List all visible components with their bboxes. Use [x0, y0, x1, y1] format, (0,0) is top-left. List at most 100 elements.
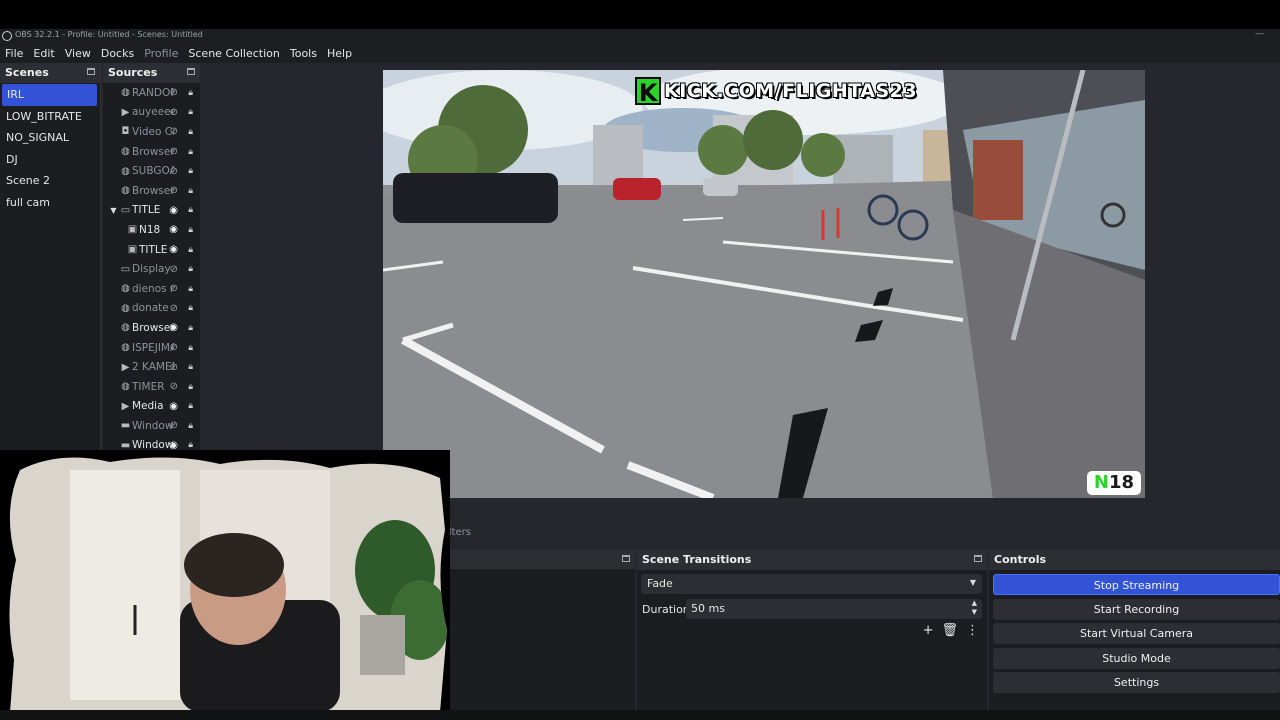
undock-icon[interactable] [87, 68, 95, 75]
lock-icon[interactable]: 🔒︎ [188, 245, 193, 255]
source-item[interactable]: ◍ TIMER ⊘ 🔒︎ [103, 377, 200, 397]
browser-icon: ◍ [121, 342, 130, 354]
eye-hidden-icon[interactable]: ⊘ [170, 283, 178, 294]
menu-tools[interactable]: Tools [285, 44, 322, 63]
n18-logo-number: 18 [1109, 472, 1135, 493]
window-title: OBS 32.2.1 - Profile: Untitled - Scenes:… [15, 30, 203, 39]
trash-icon[interactable]: 🗑 [941, 623, 958, 638]
eye-hidden-icon[interactable]: ⊘ [170, 420, 178, 431]
browser-icon: ◍ [121, 322, 130, 334]
eye-hidden-icon[interactable]: ⊘ [170, 303, 178, 314]
source-item[interactable]: ▭Display C⊘ 🔒︎ [103, 259, 200, 279]
source-item[interactable]: ◍ ISPEJIMA ⊘ 🔒︎ [103, 338, 200, 358]
source-item[interactable]: ◍ Browser ⊘ 🔒︎ [103, 181, 200, 201]
source-item[interactable]: ▶2 KAMER⊘ 🔒︎ [103, 357, 200, 377]
start-virtual-camera-button[interactable]: Start Virtual Camera [993, 623, 1280, 644]
chevron-down-icon[interactable]: ▼ [108, 206, 119, 215]
eye-icon[interactable]: ◉ [169, 244, 178, 255]
window-icon: ▬ [120, 420, 131, 432]
undock-icon[interactable] [187, 68, 195, 75]
eye-hidden-icon[interactable]: ⊘ [170, 126, 178, 137]
transition-select[interactable]: Fade ▼ [641, 574, 982, 594]
source-item[interactable]: ▣ N18 ◉ 🔒︎ [103, 220, 200, 240]
eye-hidden-icon[interactable]: ⊘ [170, 107, 178, 118]
source-item[interactable]: ▶ auyeeee ⊘ 🔒︎ [103, 103, 200, 123]
menu-edit[interactable]: Edit [28, 44, 59, 63]
scene-item[interactable]: NO_SIGNAL [0, 127, 100, 149]
lock-icon[interactable]: 🔒︎ [188, 362, 193, 372]
lock-icon[interactable]: 🔒︎ [188, 303, 193, 313]
scene-item[interactable]: full cam [0, 192, 100, 214]
lock-icon[interactable]: 🔒︎ [188, 166, 193, 176]
stop-streaming-button[interactable]: Stop Streaming [993, 574, 1280, 595]
eye-hidden-icon[interactable]: ⊘ [170, 87, 178, 98]
source-item[interactable]: ▶ Media ◉ 🔒︎ [103, 397, 200, 417]
program-preview[interactable]: K KICK.COM/FLIGHTAS23 N18 [383, 70, 1145, 498]
scene-item[interactable]: DJ [0, 149, 100, 171]
eye-icon[interactable]: ◉ [169, 401, 178, 412]
lock-icon[interactable]: 🔒︎ [188, 421, 193, 431]
eye-icon[interactable]: ◉ [169, 322, 178, 333]
lock-icon[interactable]: 🔒︎ [188, 264, 193, 274]
menu-docks[interactable]: Docks [96, 44, 139, 63]
source-item[interactable]: ◍ SUBGOA ⊘ 🔒︎ [103, 161, 200, 181]
lock-icon[interactable]: 🔒︎ [188, 107, 193, 117]
source-item[interactable]: ◍ dienos n ⊘ 🔒︎ [103, 279, 200, 299]
lock-icon[interactable]: 🔒︎ [188, 88, 193, 98]
lock-icon[interactable]: 🔒︎ [188, 284, 193, 294]
menu-help[interactable]: Help [322, 44, 357, 63]
source-item[interactable]: ◍ Browser ◉ 🔒︎ [103, 318, 200, 338]
eye-hidden-icon[interactable]: ⊘ [170, 146, 178, 157]
lock-icon[interactable]: 🔒︎ [188, 127, 193, 137]
more-options-icon[interactable]: ⋮ [966, 623, 979, 638]
minimize-icon[interactable]: — [1255, 29, 1264, 39]
scenes-dock-title: Scenes [5, 66, 49, 79]
source-label: dienos n [132, 282, 174, 295]
lock-icon[interactable]: 🔒︎ [188, 205, 193, 215]
spin-arrows-icon[interactable]: ▲ ▼ [972, 599, 977, 617]
undock-icon[interactable] [622, 555, 630, 562]
lock-icon[interactable]: 🔒︎ [188, 323, 193, 333]
lock-icon[interactable]: 🔒︎ [188, 440, 193, 450]
kick-banner: K KICK.COM/FLIGHTAS23 [635, 77, 917, 107]
source-label: Browser [132, 145, 174, 158]
menu-scene-collection[interactable]: Scene Collection [183, 44, 284, 63]
eye-hidden-icon[interactable]: ⊘ [170, 185, 178, 196]
duration-spinbox[interactable]: 50 ms ▲ ▼ [686, 599, 982, 619]
eye-hidden-icon[interactable]: ⊘ [170, 166, 178, 177]
eye-icon[interactable]: ◉ [169, 205, 178, 216]
start-recording-button[interactable]: Start Recording [993, 599, 1280, 620]
scene-item[interactable]: IRL [2, 84, 97, 106]
source-item[interactable]: ▣ TITLE ◉ 🔒︎ [103, 240, 200, 260]
lock-icon[interactable]: 🔒︎ [188, 186, 193, 196]
add-transition-icon[interactable]: + [923, 623, 934, 638]
source-item[interactable]: ◍ Browser ⊘ 🔒︎ [103, 142, 200, 162]
studio-mode-button[interactable]: Studio Mode [993, 648, 1280, 669]
eye-hidden-icon[interactable]: ⊘ [170, 342, 178, 353]
scene-item[interactable]: Scene 2 [0, 170, 100, 192]
source-item[interactable]: ▬ Window ⊘ 🔒︎ [103, 416, 200, 436]
source-item[interactable]: ▼ ▭ TITLE ◉ 🔒︎ [103, 201, 200, 221]
source-item[interactable]: ◍ donate ⊘ 🔒︎ [103, 299, 200, 319]
eye-hidden-icon[interactable]: ⊘ [170, 381, 178, 392]
eye-hidden-icon[interactable]: ⊘ [170, 362, 178, 373]
source-item[interactable]: ◍RANDOM⊘ 🔒︎ [103, 83, 200, 103]
settings-button[interactable]: Settings [993, 672, 1280, 693]
lock-icon[interactable]: 🔒︎ [188, 382, 193, 392]
eye-icon[interactable]: ◉ [169, 224, 178, 235]
lock-icon[interactable]: 🔒︎ [188, 401, 193, 411]
scene-item[interactable]: LOW_BITRATE [0, 106, 100, 128]
source-label: ISPEJIMA [132, 341, 174, 354]
eye-hidden-icon[interactable]: ⊘ [170, 264, 178, 275]
lock-icon[interactable]: 🔒︎ [188, 343, 193, 353]
undock-icon[interactable] [974, 555, 982, 562]
browser-icon: ◍ [121, 283, 130, 295]
source-label: Media [132, 400, 164, 413]
lock-icon[interactable]: 🔒︎ [188, 225, 193, 235]
menu-file[interactable]: File [0, 44, 28, 63]
camera-icon: ◘ [121, 126, 130, 138]
menu-view[interactable]: View [60, 44, 96, 63]
lock-icon[interactable]: 🔒︎ [188, 147, 193, 157]
menu-profile[interactable]: Profile [139, 44, 183, 63]
source-item[interactable]: ◘ Video Ca ⊘ 🔒︎ [103, 122, 200, 142]
